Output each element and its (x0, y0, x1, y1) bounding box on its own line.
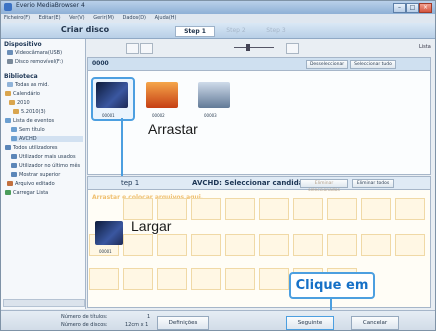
settings-button[interactable]: Definições (157, 316, 209, 330)
discs-label: Número de discos: (61, 322, 108, 328)
bottom-bar: Número de títulos: 1 Número de discos: 1… (1, 310, 435, 330)
cancel-button[interactable]: Cancelar (351, 316, 399, 330)
titles-label: Número de títulos: (61, 314, 108, 320)
app-window: Everio MediaBrowser 4 – □ × Ficheiro(F) … (0, 0, 436, 331)
click-pointer (330, 298, 332, 315)
next-button[interactable]: Seguinte (286, 316, 334, 330)
discs-value: 12cm x 1 (125, 322, 149, 328)
titles-value: 1 (147, 314, 151, 320)
